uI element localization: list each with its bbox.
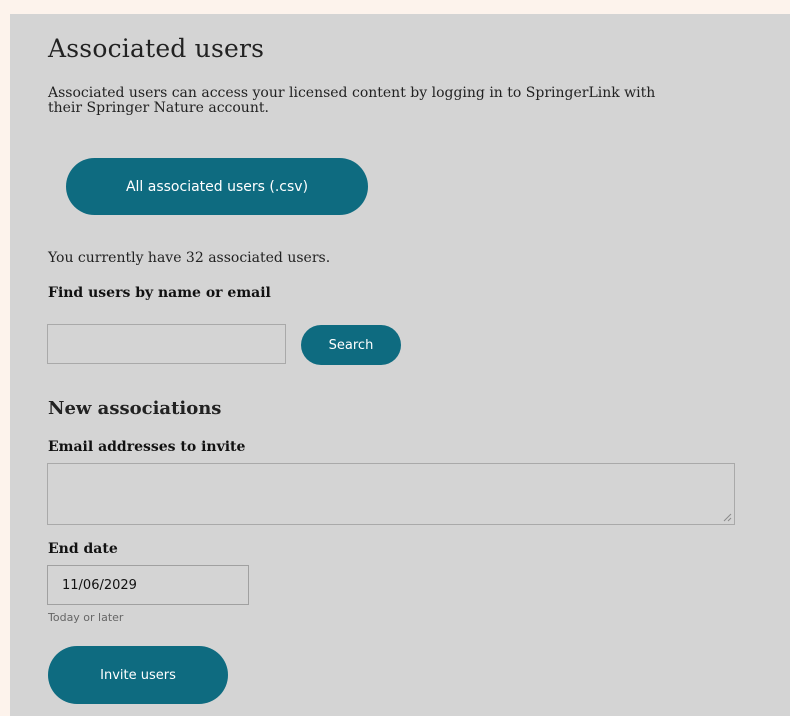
export-csv-button[interactable]: All associated users (.csv) xyxy=(66,158,368,215)
invite-users-button-label: Invite users xyxy=(100,667,176,683)
end-date-hint: Today or later xyxy=(48,611,124,624)
associated-users-count: You currently have 32 associated users. xyxy=(48,250,331,266)
search-button-label: Search xyxy=(328,337,374,353)
end-date-label: End date xyxy=(48,541,118,557)
search-input[interactable] xyxy=(47,324,286,364)
email-addresses-label: Email addresses to invite xyxy=(48,439,246,455)
invite-users-button[interactable]: Invite users xyxy=(48,646,228,704)
new-associations-heading: New associations xyxy=(48,398,222,419)
page-description: Associated users can access your license… xyxy=(48,85,656,116)
end-date-input[interactable] xyxy=(47,565,249,605)
email-addresses-textarea[interactable] xyxy=(47,463,735,525)
associated-users-panel: Associated users Associated users can ac… xyxy=(10,14,790,716)
page-title: Associated users xyxy=(48,34,265,63)
resize-grip-icon[interactable] xyxy=(723,513,732,522)
find-users-label: Find users by name or email xyxy=(48,285,271,301)
export-csv-button-label: All associated users (.csv) xyxy=(125,178,309,195)
search-button[interactable]: Search xyxy=(301,325,401,365)
